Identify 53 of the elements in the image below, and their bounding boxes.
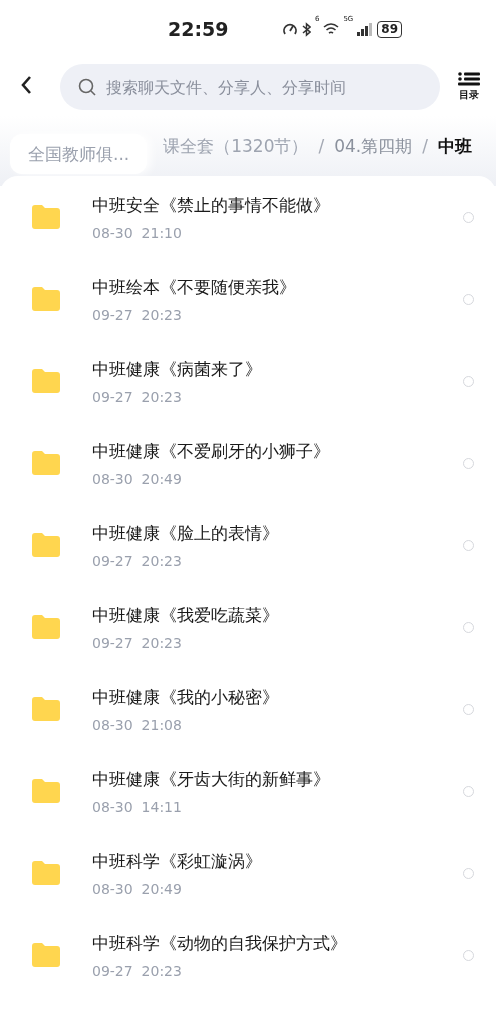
file-date: 08-30 20:49 (92, 880, 183, 897)
folder-icon (32, 779, 60, 803)
back-icon (20, 75, 32, 95)
file-date: 09-27 20:23 (92, 552, 183, 569)
file-date: 09-27 20:23 (92, 388, 183, 405)
file-row[interactable]: 中班安全《禁止的事情不能做》 08-30 21:10 (0, 176, 496, 258)
file-row[interactable]: 中班健康《我爱吃蔬菜》 09-27 20:23 (0, 586, 496, 668)
file-row[interactable]: 中班健康《脸上的表情》 09-27 20:23 (0, 504, 496, 586)
folder-icon (32, 533, 60, 557)
speed-icon (281, 22, 298, 36)
separator: / (422, 136, 428, 156)
folder-icon (32, 287, 60, 311)
file-name: 中班绘本《不要随便亲我》 (92, 275, 297, 299)
file-date: 08-30 14:11 (92, 798, 183, 815)
file-date: 08-30 21:10 (92, 224, 183, 241)
file-row[interactable]: 中班健康《我的小秘密》 08-30 21:08 (0, 668, 496, 750)
folder-icon (32, 369, 60, 393)
file-row[interactable]: 中班绘本《不要随便亲我》 09-27 20:23 (0, 258, 496, 340)
file-name: 中班健康《我爱吃蔬菜》 (92, 603, 280, 627)
file-name: 中班健康《牙齿大街的新鲜事》 (92, 767, 331, 791)
file-name: 中班健康《病菌来了》 (92, 357, 263, 381)
folder-icon (32, 943, 60, 967)
file-name: 中班安全《禁止的事情不能做》 (92, 193, 331, 217)
file-date: 08-30 21:08 (92, 716, 183, 733)
folder-icon (32, 205, 60, 229)
list-icon (458, 72, 480, 86)
file-date: 08-30 20:49 (92, 470, 183, 487)
bluetooth-icon (301, 21, 311, 37)
file-date: 09-27 20:23 (92, 306, 183, 323)
clock: 22:59 (168, 18, 229, 40)
signal-icon (357, 22, 374, 36)
file-row[interactable]: 中班健康《病菌来了》 09-27 20:23 (0, 340, 496, 422)
search-field[interactable]: 搜索聊天文件、分享人、分享时间 (60, 64, 440, 110)
file-row[interactable]: 中班健康《不爱刷牙的小狮子》 08-30 20:49 (0, 422, 496, 504)
separator: / (318, 136, 325, 156)
file-name: 中班健康《脸上的表情》 (92, 521, 280, 545)
file-name: 中班健康《我的小秘密》 (92, 685, 280, 709)
folder-icon (32, 861, 60, 885)
file-date: 09-27 20:23 (92, 634, 183, 651)
file-name: 中班健康《不爱刷牙的小狮子》 (92, 439, 331, 463)
current-folder[interactable]: 中班 (438, 134, 472, 158)
folder-icon (32, 697, 60, 721)
folder-icon (32, 615, 60, 639)
file-name: 中班科学《彩虹漩涡》 (92, 849, 263, 873)
file-row[interactable]: 中班科学《动物的自我保护方式》 09-27 20:23 (0, 914, 496, 996)
file-row[interactable]: 中班科学《彩虹漩涡》 08-30 20:49 (0, 832, 496, 914)
battery-indicator: 89 (377, 20, 402, 38)
wifi-icon (323, 22, 340, 36)
file-date: 09-27 20:23 (92, 962, 183, 979)
folder-icon (32, 451, 60, 475)
file-name: 中班科学《动物的自我保护方式》 (92, 931, 348, 955)
file-row[interactable]: 中班健康《牙齿大街的新鲜事》 08-30 14:11 (0, 750, 496, 832)
catalog-button[interactable]: 目录 (458, 72, 480, 102)
